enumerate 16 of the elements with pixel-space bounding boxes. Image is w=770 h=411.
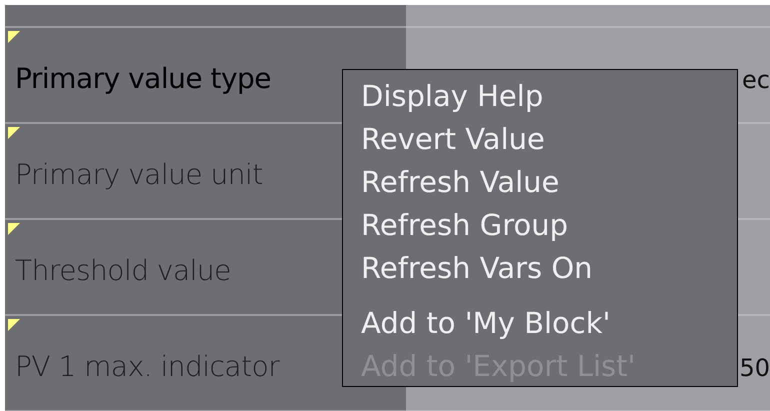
parameter-label: Primary value type	[15, 62, 272, 94]
menu-item[interactable]: Refresh Vars On	[353, 247, 727, 290]
menu-item[interactable]: Refresh Group	[353, 204, 727, 247]
parameter-label: PV 1 max. indicator	[15, 350, 280, 382]
parameter-value: ec	[742, 66, 770, 94]
menu-item[interactable]: Display Help	[353, 75, 727, 118]
corner-marker-icon	[8, 127, 20, 139]
corner-marker-icon	[8, 31, 20, 43]
parameter-label: Threshold value	[15, 254, 231, 286]
menu-item[interactable]: Add to 'My Block'	[353, 302, 727, 345]
corner-marker-icon	[8, 319, 20, 331]
corner-marker-icon	[8, 223, 20, 235]
menu-item[interactable]: Refresh Value	[353, 161, 727, 204]
menu-item[interactable]: Revert Value	[353, 118, 727, 161]
parameter-value: 50	[739, 354, 770, 382]
parameter-label: Primary value unit	[15, 158, 263, 190]
